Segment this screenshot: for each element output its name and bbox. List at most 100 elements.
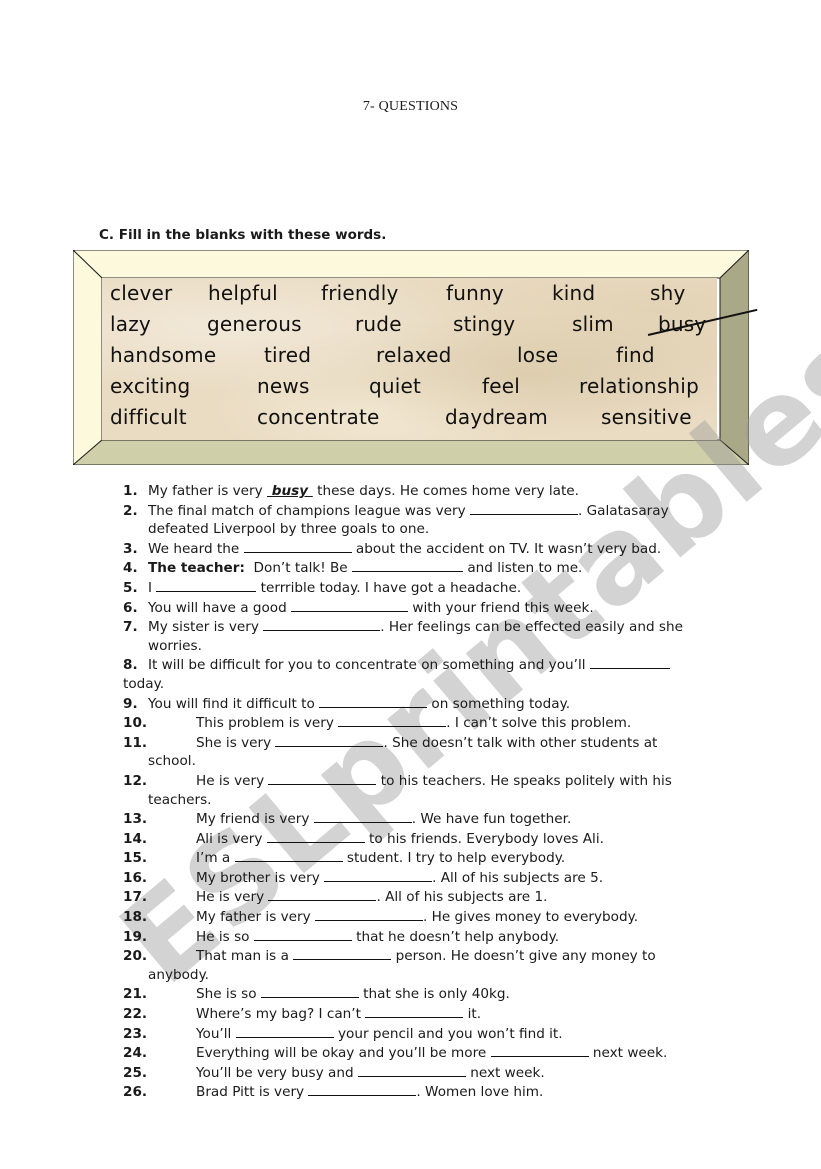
word-bank-word: exciting (110, 374, 191, 398)
question-text-after: . We have fun together. (411, 811, 572, 828)
question-text-before: My sister is very (148, 619, 264, 636)
question-text-after: it. (463, 1006, 482, 1023)
question-item: 22. Where’s my bag? I can’t it. (123, 1004, 743, 1024)
answer-blank[interactable] (235, 1024, 334, 1038)
question-number: 26. (123, 1084, 148, 1101)
answer-blank[interactable] (293, 946, 392, 961)
question-text-before: He is very (196, 889, 269, 906)
question-text-before: He is so (196, 928, 254, 945)
question-number: 13. (123, 811, 148, 828)
question-text-after: student. I try to help everybody. (342, 850, 566, 867)
word-bank-box: clever helpful friendly funny kind shy lazy gen… (73, 250, 749, 465)
question-item: 25. You’ll be very busy and next week. (123, 1063, 743, 1083)
answer-blank[interactable] (338, 713, 447, 728)
question-text-before: I (148, 579, 157, 596)
question-number: 25. (123, 1064, 148, 1081)
question-text-after: . All of his subjects are 5. (432, 869, 604, 886)
exercise-instruction: C. Fill in the blanks with these words. (99, 227, 387, 243)
answer-blank[interactable] (324, 868, 433, 882)
question-item: 20. That man is a person. He doesn’t give… (123, 946, 743, 984)
question-item: 6. You will have a good with your friend … (123, 598, 743, 618)
question-text-before: The final match of champions league was … (148, 502, 470, 519)
question-text-before: Where’s my bag? I can’t (196, 1006, 366, 1023)
answer-blank[interactable] (266, 829, 365, 843)
answer-blank[interactable] (268, 887, 377, 902)
question-text-after: to his teachers. He speaks politely with… (376, 772, 672, 789)
question-number: 1. (123, 483, 138, 499)
answer-blank[interactable] (156, 578, 257, 592)
question-number: 6. (123, 599, 138, 616)
question-item: 7. My sister is very . Her feelings can b… (123, 617, 743, 655)
question-item: 26. Brad Pitt is very . Women love him. (123, 1082, 743, 1102)
word-bank-word: slim (572, 312, 614, 336)
question-item: 21. She is so that she is only 40kg. (123, 984, 743, 1004)
question-text-before: I’m a (196, 850, 235, 867)
question-continuation: anybody. (148, 966, 209, 983)
question-number: 7. (123, 619, 138, 636)
answer-blank[interactable] (352, 558, 463, 573)
question-continuation: school. (148, 753, 196, 770)
answer-blank[interactable] (275, 733, 384, 747)
question-text-before: It will be difficult for you to concentr… (148, 657, 590, 674)
question-text-after: that she is only 40kg. (358, 986, 510, 1003)
answer-blank[interactable] (234, 848, 343, 863)
answer-blank[interactable] (243, 539, 352, 553)
word-bank-word: funny (446, 281, 504, 305)
word-bank-word: daydream (445, 405, 548, 429)
question-item: 9. You will find it difficult to on somet… (123, 694, 743, 714)
question-text-before: She is very (196, 734, 276, 751)
question-number: 24. (123, 1045, 148, 1062)
question-number: 3. (123, 540, 138, 557)
question-number: 10. (123, 715, 148, 732)
answer-blank[interactable] (260, 984, 359, 999)
answer-blank[interactable] (308, 1082, 417, 1097)
word-bank-word: shy (650, 281, 686, 305)
question-number: 18. (123, 909, 148, 926)
question-item: 1. My father is very busy these days. He … (123, 482, 743, 501)
question-text-after: . I can’t solve this problem. (446, 715, 632, 732)
word-bank-word: handsome (110, 343, 217, 367)
word-bank-word: friendly (321, 281, 399, 305)
word-bank-word: quiet (369, 374, 422, 398)
answer-blank[interactable] (313, 809, 412, 824)
question-item: 16. My brother is very . All of his subje… (123, 868, 743, 888)
question-number: 19. (123, 928, 148, 945)
answer-blank[interactable] (314, 907, 423, 922)
question-number: 22. (123, 1006, 148, 1023)
question-text-after: about the accident on TV. It wasn’t very… (351, 540, 662, 557)
word-bank-word: stingy (453, 312, 516, 336)
question-item: 10. This problem is very . I can’t solve … (123, 713, 743, 733)
word-bank-word: tired (264, 343, 312, 367)
question-text-before: Everything will be okay and you’ll be mo… (196, 1045, 491, 1062)
question-number: 11. (123, 734, 148, 751)
question-item: 13. My friend is very . We have fun toget… (123, 809, 743, 829)
word-bank-word: lose (517, 343, 559, 367)
question-text-after: your pencil and you won’t find it. (333, 1025, 563, 1042)
answer-blank[interactable] (365, 1004, 464, 1019)
question-text-before: She is so (196, 986, 261, 1003)
answer-blank[interactable] (263, 617, 381, 632)
question-text-before: You’ll (196, 1025, 236, 1042)
question-text-before: You will find it difficult to (148, 695, 320, 712)
word-bank-word: rude (355, 312, 402, 336)
word-bank-word: feel (482, 374, 521, 398)
question-item: 18. My father is very . He gives money to… (123, 907, 743, 927)
question-text-before: You’ll be very busy and (196, 1064, 358, 1081)
question-text-before: My father is very (148, 483, 267, 499)
question-item: 12. He is very to his teachers. He speaks… (123, 771, 743, 809)
question-text-before: We heard the (148, 540, 244, 557)
answer-blank[interactable] (268, 771, 377, 785)
answer-blank[interactable] (469, 501, 578, 515)
question-item: 14. Ali is very to his friends. Everybody… (123, 829, 743, 849)
word-bank-word: difficult (110, 405, 187, 429)
word-bank-word: busy (658, 312, 707, 336)
question-text-before: This problem is very (196, 715, 339, 732)
answer-blank[interactable] (253, 927, 352, 941)
answer-blank[interactable] (291, 598, 409, 612)
answer-blank[interactable] (490, 1043, 589, 1058)
page-title: 7- QUESTIONS (362, 99, 459, 114)
word-bank-panel: clever helpful friendly funny kind shy lazy gen… (102, 278, 717, 440)
answer-blank[interactable] (589, 655, 670, 670)
answer-blank[interactable] (319, 694, 428, 708)
answer-blank[interactable] (357, 1063, 466, 1077)
